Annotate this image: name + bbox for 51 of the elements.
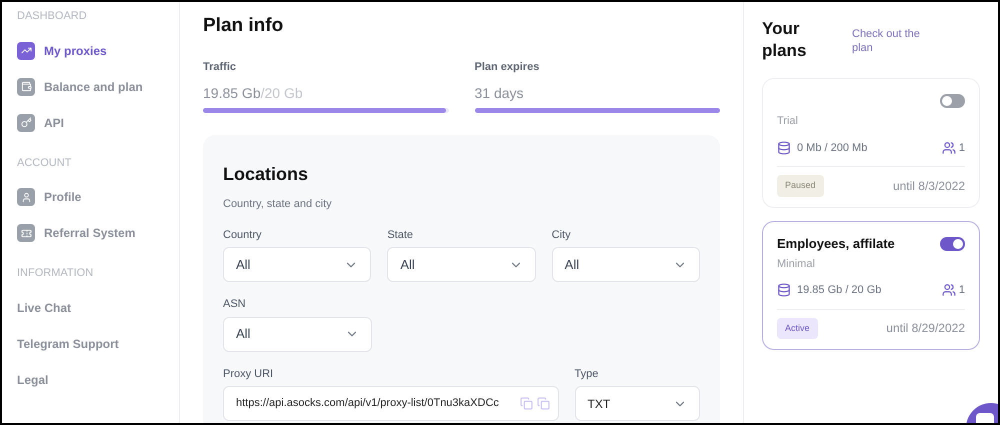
- field-label: State: [387, 228, 414, 242]
- users-icon: [942, 283, 956, 298]
- plan-expiry: until 8/29/2022: [886, 320, 965, 338]
- plan-card[interactable]: Employees, affilate Minimal 19.85 Gb / 20 Gb 1 Active until 8/29/2022: [762, 220, 980, 350]
- field-label: Country: [223, 228, 263, 242]
- item-icon: [17, 188, 35, 206]
- copy-icon[interactable]: [520, 397, 533, 410]
- panel-title: Your plans: [762, 18, 808, 62]
- item-icon: [17, 224, 35, 242]
- section-heading: DASHBOARD: [17, 9, 88, 24]
- meter-label: Plan expires: [474, 60, 540, 74]
- toggle-switch[interactable]: [940, 94, 965, 108]
- plan-type: Trial: [777, 114, 799, 130]
- plan-expiry: until 8/3/2022: [892, 178, 965, 195]
- status-badge: Paused: [777, 175, 824, 197]
- uri-input[interactable]: https://api.asocks.com/api/v1/proxy-list/0Tnu3kaXDCc: [236, 395, 516, 412]
- plan-usage: 0 Mb / 200 Mb: [797, 140, 868, 156]
- select-field[interactable]: TXT: [574, 386, 700, 421]
- field-label: Type: [574, 366, 600, 382]
- item-icon: [17, 42, 35, 60]
- card-subtitle: Country, state and city: [223, 197, 333, 212]
- user-count: 1: [958, 283, 965, 298]
- section-title: Plan info: [203, 14, 284, 38]
- section-heading: ACCOUNT: [17, 156, 72, 170]
- plan-card[interactable]: Trial 0 Mb / 200 Mb 1 Paused until 8/3/2022: [762, 78, 980, 208]
- database-icon: [777, 283, 791, 298]
- card-title: Locations: [223, 163, 310, 186]
- plan-type: Minimal: [777, 256, 816, 272]
- select-field[interactable]: All: [223, 247, 372, 282]
- toggle-switch[interactable]: [940, 236, 965, 251]
- copy-icon[interactable]: [536, 397, 550, 410]
- section-heading: INFORMATION: [17, 266, 94, 281]
- field-label: City: [552, 228, 572, 242]
- user-count: 1: [958, 140, 965, 156]
- select-field[interactable]: All: [552, 247, 700, 282]
- database-icon: [777, 140, 791, 155]
- meter-value: 19.85 Gb/20 Gb: [203, 84, 304, 103]
- meter-label: Traffic: [203, 60, 238, 74]
- item-icon: [17, 114, 35, 132]
- status-badge: Active: [777, 318, 818, 340]
- plan-link[interactable]: Check out the plan: [852, 28, 942, 62]
- field-label: Proxy URI: [223, 366, 274, 382]
- select-field[interactable]: All: [387, 247, 536, 282]
- plan-usage: 19.85 Gb / 20 Gb: [797, 283, 882, 298]
- users-icon: [942, 140, 956, 155]
- plan-name: Employees, affilate: [777, 234, 895, 253]
- meter-value: 31 days: [474, 84, 525, 103]
- item-icon: [17, 78, 35, 96]
- field-label: ASN: [223, 297, 247, 312]
- select-field[interactable]: All: [223, 316, 372, 352]
- uri-field[interactable]: https://api.asocks.com/api/v1/proxy-list/0Tnu3kaXDCc: [223, 386, 559, 421]
